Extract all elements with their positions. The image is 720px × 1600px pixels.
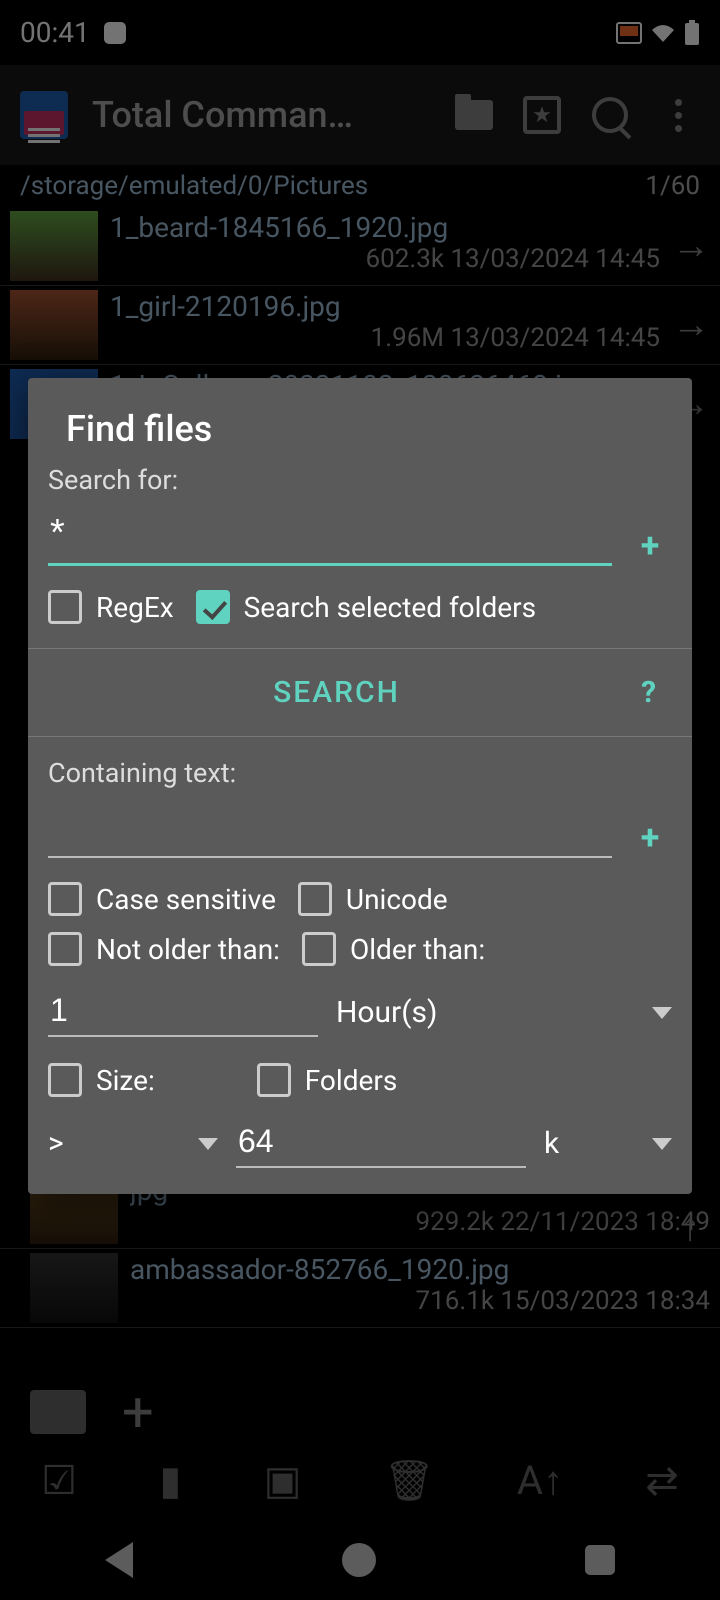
dialog-title: Find files: [48, 408, 672, 464]
not-older-checkbox[interactable]: Not older than:: [48, 932, 280, 966]
unicode-checkbox[interactable]: Unicode: [298, 882, 448, 916]
thumbnail: [30, 1253, 118, 1323]
older-than-checkbox[interactable]: Older than:: [302, 932, 485, 966]
nav-home[interactable]: [342, 1543, 376, 1577]
status-bar: 00:41: [0, 0, 720, 65]
file-meta: 929.2k 22/11/2023 18:49: [130, 1207, 710, 1237]
find-files-dialog: Find files Search for: + RegEx Search se…: [28, 378, 692, 1194]
bookmark-icon[interactable]: ★: [520, 93, 564, 137]
app-icon: [20, 91, 68, 139]
search-for-input[interactable]: [48, 506, 612, 566]
chevron-down-icon: [198, 1138, 218, 1150]
fab-row: +: [0, 1390, 720, 1434]
folders-checkbox[interactable]: Folders: [257, 1063, 398, 1097]
scroll-up-icon[interactable]: ↑: [680, 1203, 700, 1250]
thumbnail: [10, 290, 98, 360]
unicode-label: Unicode: [346, 883, 448, 916]
swap-icon[interactable]: ⇄: [645, 1457, 679, 1504]
search-selected-checkbox[interactable]: Search selected folders: [196, 590, 536, 624]
checkbox-icon: [48, 1063, 82, 1097]
delete-icon[interactable]: 🗑: [384, 1457, 435, 1504]
add-pattern-button[interactable]: +: [628, 526, 672, 566]
regex-label: RegEx: [96, 591, 174, 624]
size-label: Size:: [96, 1064, 155, 1097]
add-button[interactable]: +: [122, 1390, 154, 1434]
more-icon[interactable]: [656, 93, 700, 137]
search-icon[interactable]: [588, 93, 632, 137]
search-for-label: Search for:: [48, 464, 672, 496]
select-icon[interactable]: ☑: [41, 1457, 77, 1504]
cast-icon: [616, 22, 642, 44]
containing-input[interactable]: [48, 799, 612, 858]
regex-checkbox[interactable]: RegEx: [48, 590, 174, 624]
case-sensitive-label: Case sensitive: [96, 883, 276, 916]
folder-icon[interactable]: [452, 93, 496, 137]
status-time: 00:41: [20, 16, 90, 49]
arrow-right-icon[interactable]: →: [672, 303, 710, 347]
size-checkbox[interactable]: Size:: [48, 1063, 155, 1097]
archive-icon[interactable]: ▣: [264, 1457, 302, 1504]
checkbox-icon: [298, 882, 332, 916]
bottom-toolbar: ☑ ▮ ▣ 🗑 A↑ ⇄: [0, 1440, 720, 1520]
nav-recent[interactable]: [585, 1545, 615, 1575]
chevron-down-icon[interactable]: [652, 1138, 672, 1150]
size-unit-dropdown[interactable]: k: [544, 1126, 559, 1161]
age-unit-dropdown[interactable]: Hour(s): [336, 995, 437, 1030]
checkbox-icon: [257, 1063, 291, 1097]
list-item[interactable]: ambassador-852766_1920.jpg 716.1k 15/03/…: [0, 1249, 720, 1328]
age-input[interactable]: [48, 988, 318, 1037]
app-title: Total Comman…: [92, 94, 428, 136]
nav-back[interactable]: [105, 1542, 133, 1578]
size-op-label: >: [48, 1126, 64, 1161]
checkbox-checked-icon: [196, 590, 230, 624]
file-name: 1_girl-2120196.jpg: [110, 290, 660, 323]
list-item[interactable]: 1_girl-2120196.jpg 1.96M 13/03/2024 14:4…: [0, 286, 720, 365]
case-sensitive-checkbox[interactable]: Case sensitive: [48, 882, 276, 916]
battery-icon: [684, 20, 700, 46]
path-bar[interactable]: /storage/emulated/0/Pictures 1/60: [0, 165, 720, 207]
path-count: 1/60: [645, 171, 700, 201]
not-older-label: Not older than:: [96, 933, 280, 966]
nav-bar: [0, 1520, 720, 1600]
size-input[interactable]: [236, 1119, 526, 1168]
search-button[interactable]: SEARCH: [48, 649, 625, 736]
checkbox-icon: [48, 590, 82, 624]
add-text-button[interactable]: +: [628, 818, 672, 858]
folders-label: Folders: [305, 1064, 398, 1097]
older-than-label: Older than:: [350, 933, 485, 966]
checkbox-icon: [48, 882, 82, 916]
checkbox-icon: [302, 932, 336, 966]
containing-label: Containing text:: [48, 757, 672, 789]
notification-icon: [104, 22, 126, 44]
arrow-right-icon[interactable]: →: [672, 224, 710, 268]
app-toolbar: Total Comman… ★: [0, 65, 720, 165]
wifi-icon: [650, 22, 676, 44]
search-selected-label: Search selected folders: [244, 591, 536, 624]
checkbox-icon: [48, 932, 82, 966]
thumbnail: [10, 211, 98, 281]
path-text: /storage/emulated/0/Pictures: [20, 171, 368, 201]
file-meta: 1.96M 13/03/2024 14:45: [110, 323, 660, 353]
file-name: 1_beard-1845166_1920.jpg: [110, 211, 660, 244]
file-meta: 602.3k 13/03/2024 14:45: [110, 244, 660, 274]
size-op-dropdown[interactable]: >: [48, 1126, 218, 1161]
help-button[interactable]: ?: [625, 675, 672, 710]
folder-button[interactable]: [30, 1390, 86, 1434]
file-icon[interactable]: ▮: [159, 1457, 181, 1504]
file-name: ambassador-852766_1920.jpg: [130, 1253, 710, 1286]
chevron-down-icon[interactable]: [652, 1007, 672, 1019]
sort-icon[interactable]: A↑: [517, 1457, 563, 1504]
list-item[interactable]: 1_beard-1845166_1920.jpg 602.3k 13/03/20…: [0, 207, 720, 286]
file-meta: 716.1k 15/03/2023 18:34: [130, 1286, 710, 1316]
